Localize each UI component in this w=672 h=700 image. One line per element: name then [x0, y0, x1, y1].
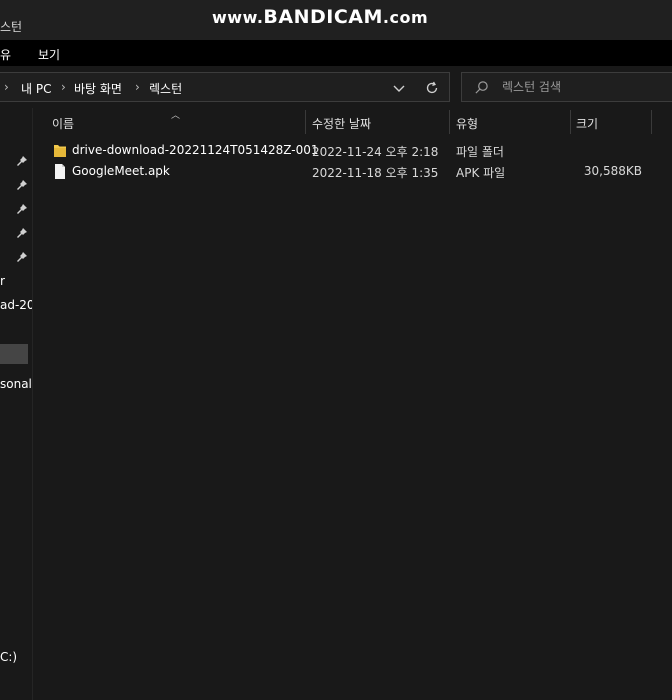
address-row: › 내 PC › 바탕 화면 › 렉스턴 — [0, 66, 672, 108]
breadcrumb-separator[interactable]: › — [61, 80, 66, 94]
column-header-size[interactable]: 크기 — [571, 108, 651, 136]
file-modified: 2022-11-18 오후 1:35 — [312, 166, 439, 180]
nav-item-selected[interactable] — [0, 344, 28, 364]
pin-icon[interactable] — [16, 155, 28, 167]
column-header-type[interactable]: 유형 — [450, 108, 570, 136]
column-header-modified-label: 수정한 날짜 — [312, 117, 372, 131]
nav-item-folder[interactable]: r — [0, 274, 5, 288]
column-header-type-label: 유형 — [456, 117, 479, 131]
pin-icon[interactable] — [16, 203, 28, 215]
refresh-icon[interactable] — [424, 80, 440, 96]
search-icon — [475, 81, 488, 94]
navigation-pane: r ad-20 sonal C:) — [0, 108, 32, 700]
file-type: APK 파일 — [456, 166, 506, 180]
watermark-www: www. — [212, 8, 264, 27]
column-header-size-label: 크기 — [576, 117, 599, 131]
breadcrumb-this-pc[interactable]: 내 PC — [21, 80, 51, 97]
breadcrumb-desktop[interactable]: 바탕 화면 — [74, 80, 122, 97]
pin-icon[interactable] — [16, 179, 28, 191]
breadcrumb-current-folder[interactable]: 렉스턴 — [149, 80, 182, 97]
title-bar: 스턴 www.BANDICAM.com — [0, 0, 672, 40]
pin-icon[interactable] — [16, 251, 28, 263]
file-row[interactable]: GoogleMeet.apk 2022-11-18 오후 1:35 APK 파일… — [33, 161, 672, 182]
file-name: drive-download-20221124T051428Z-001 — [72, 143, 319, 157]
watermark-domain: .com — [382, 8, 429, 27]
nav-item-local-disk[interactable]: C:) — [0, 650, 17, 664]
file-icon — [55, 164, 65, 179]
file-modified: 2022-11-24 오후 2:18 — [312, 145, 439, 159]
menu-item-view[interactable]: 보기 — [38, 46, 60, 63]
file-list: ︿ 이름 수정한 날짜 유형 크기 drive-download-2022112… — [33, 108, 672, 700]
pin-icon[interactable] — [16, 227, 28, 239]
column-header-modified[interactable]: 수정한 날짜 — [306, 108, 449, 136]
column-header-name[interactable]: 이름 — [33, 108, 305, 136]
menu-item-share[interactable]: 유 — [0, 46, 11, 63]
column-header-name-label: 이름 — [52, 117, 75, 131]
chevron-down-icon[interactable] — [392, 81, 406, 95]
nav-item-personal[interactable]: sonal — [0, 377, 32, 391]
breadcrumb-separator: › — [4, 80, 9, 94]
file-row[interactable]: drive-download-20221124T051428Z-001 2022… — [33, 140, 672, 161]
search-input[interactable] — [502, 77, 672, 97]
watermark-brand: BANDICAM — [263, 6, 383, 28]
bandicam-watermark: www.BANDICAM.com — [212, 6, 428, 28]
breadcrumb-separator[interactable]: › — [135, 80, 140, 94]
column-separator[interactable] — [651, 110, 652, 134]
file-name: GoogleMeet.apk — [72, 164, 170, 178]
menu-bar: 유 보기 — [0, 40, 672, 66]
folder-icon — [54, 145, 66, 157]
file-type: 파일 폴더 — [456, 145, 504, 159]
file-size: 30,588KB — [583, 164, 642, 178]
address-bar[interactable]: › 내 PC › 바탕 화면 › 렉스턴 — [0, 72, 450, 102]
search-box[interactable] — [461, 72, 672, 102]
nav-item-drive-download[interactable]: ad-20 — [0, 298, 32, 312]
window-title: 스턴 — [0, 20, 23, 34]
